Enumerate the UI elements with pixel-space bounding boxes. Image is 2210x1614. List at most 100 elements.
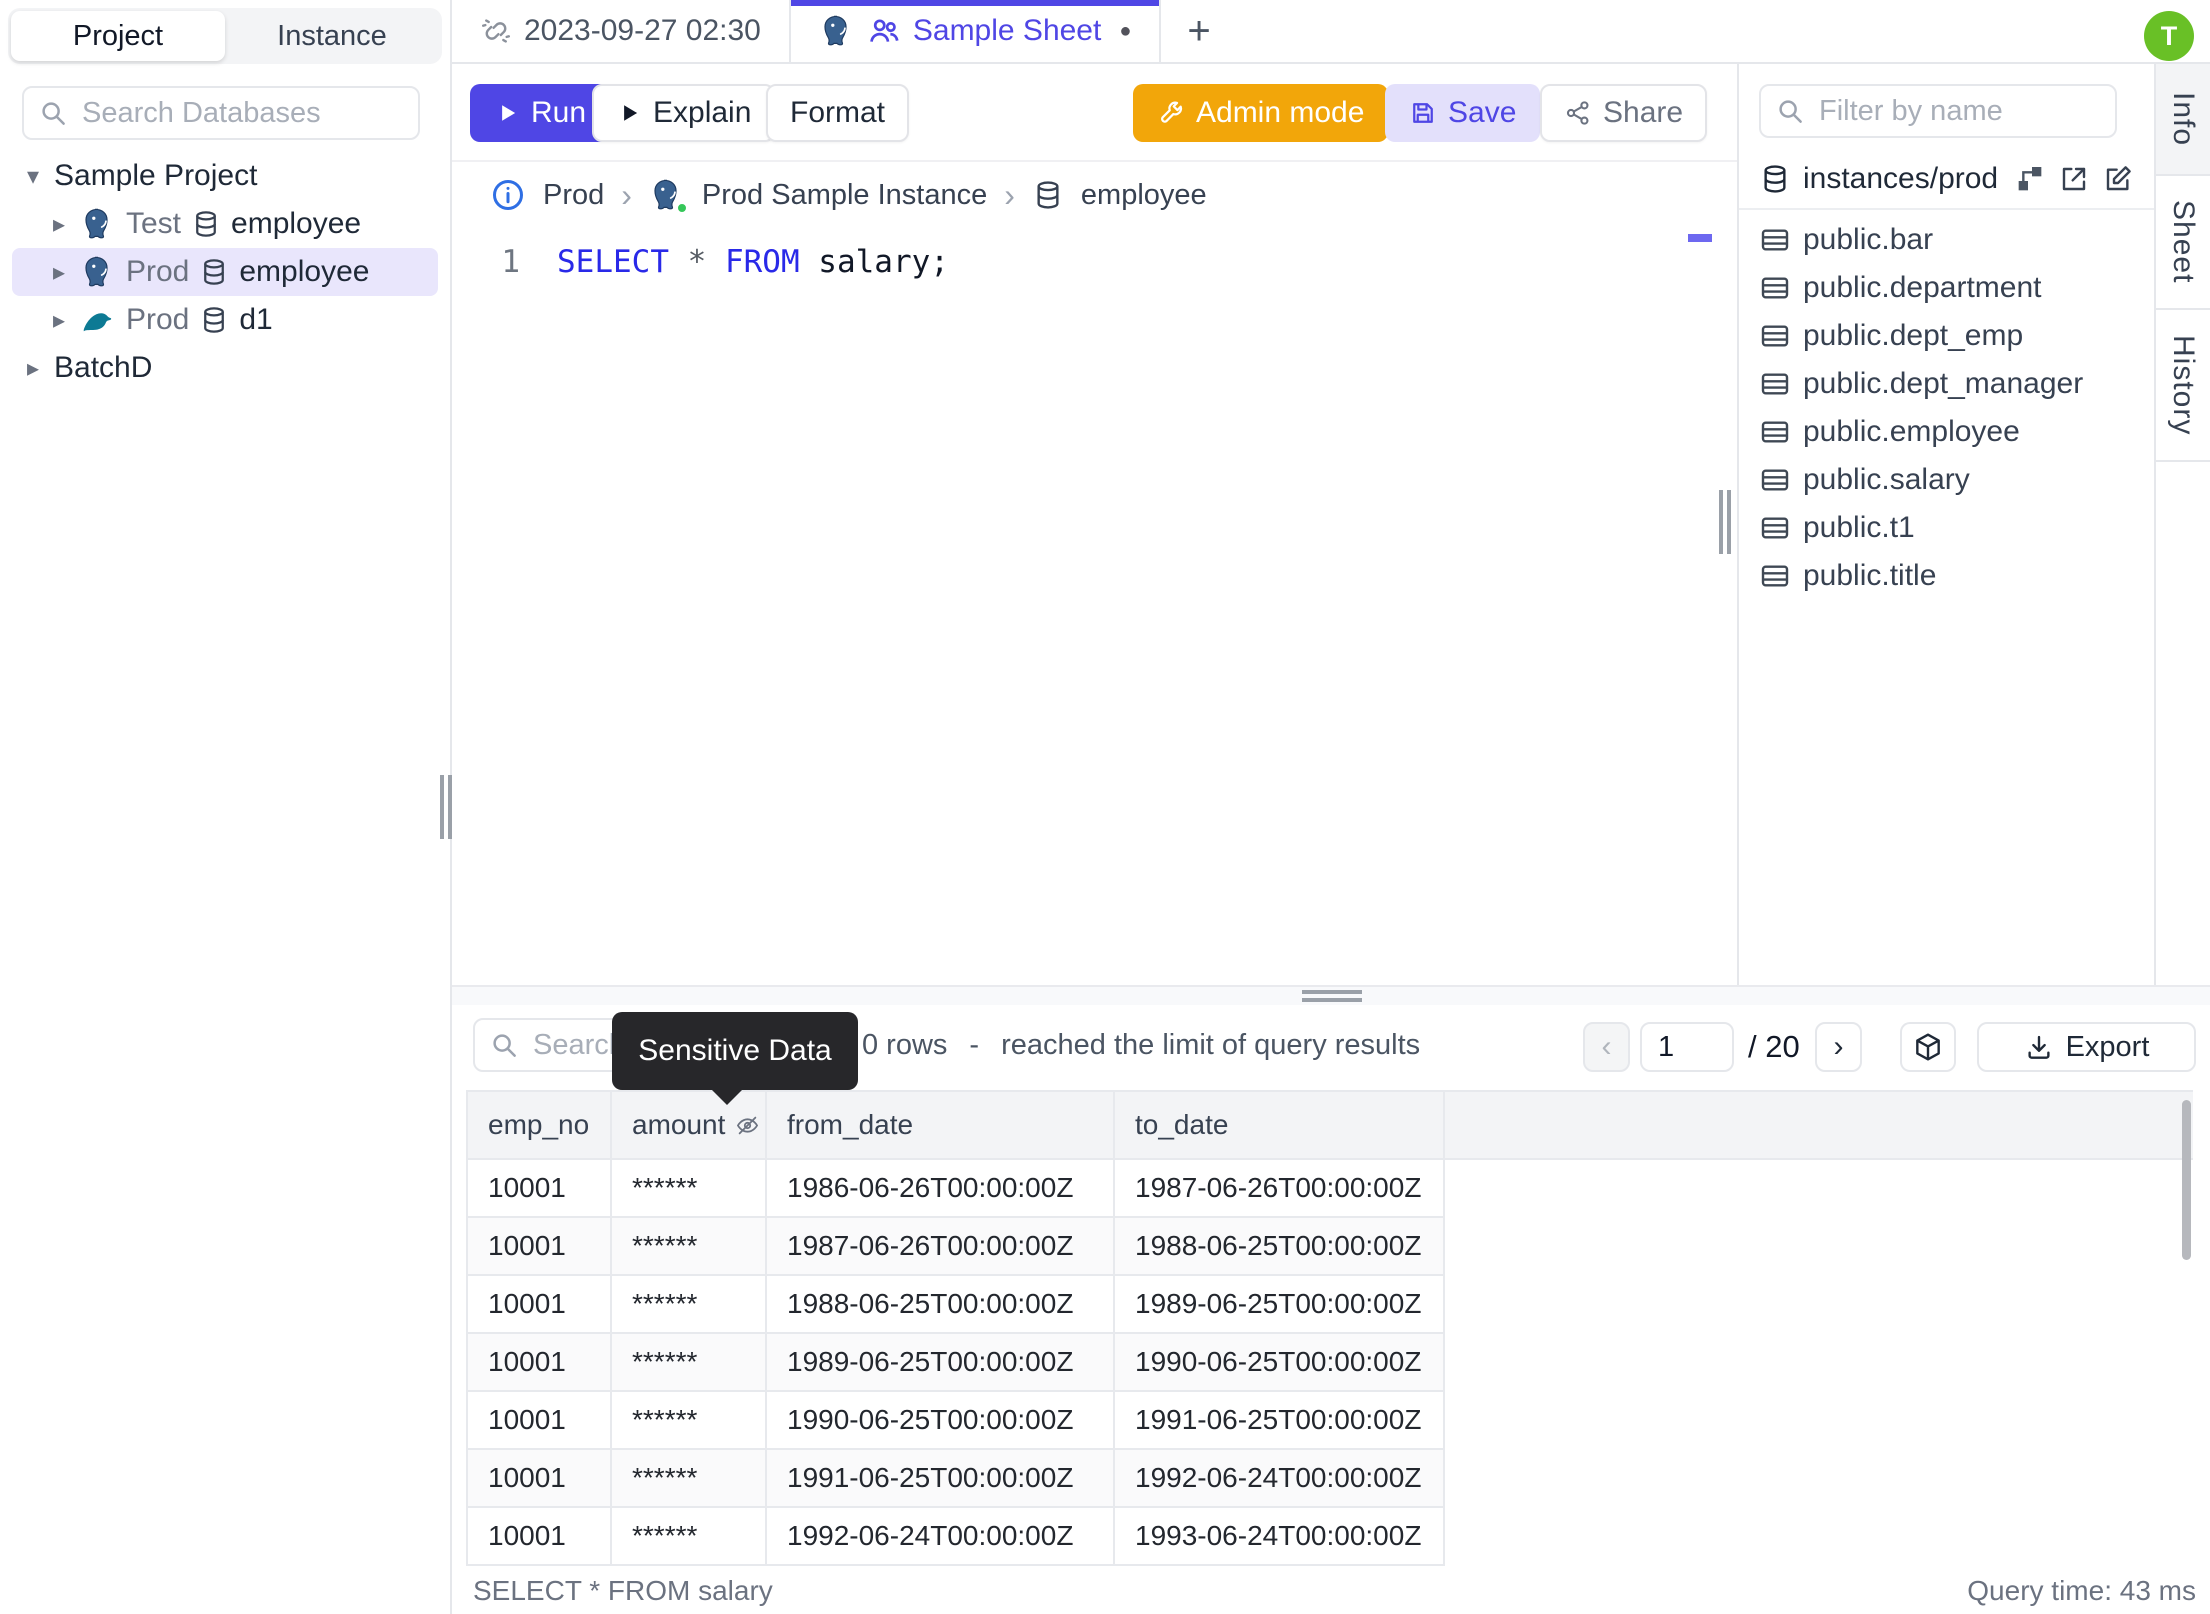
caret-right-icon[interactable]: ▸ <box>48 306 70 335</box>
database-search-input[interactable] <box>80 95 404 131</box>
table-list-item[interactable]: public.salary <box>1739 456 2154 504</box>
table-row[interactable]: 10001 ****** 1986-06-26T00:00:00Z 1987-06-2… <box>466 1158 2193 1218</box>
tree-item-batchd[interactable]: ▸ BatchD <box>0 344 450 392</box>
rail-tab-info[interactable]: Info <box>2156 64 2210 176</box>
table-list-item[interactable]: public.department <box>1739 264 2154 312</box>
column-header-from-date[interactable]: from_date <box>765 1090 1115 1160</box>
cell[interactable]: 10001 <box>466 1448 612 1508</box>
cell[interactable]: 1991-06-25T00:00:00Z <box>765 1448 1115 1508</box>
table-filter-input[interactable] <box>1817 93 2101 129</box>
table-row[interactable]: 10001 ****** 1992-06-24T00:00:00Z 1993-06-2… <box>466 1506 2193 1566</box>
table-list: public.bar public.department public.dept… <box>1739 216 2154 600</box>
explain-button[interactable]: Explain <box>592 84 776 142</box>
cell[interactable]: 1989-06-25T00:00:00Z <box>765 1332 1115 1392</box>
admin-mode-button[interactable]: Admin mode <box>1133 84 1389 142</box>
cell[interactable]: 1988-06-25T00:00:00Z <box>1113 1216 1445 1276</box>
export-button[interactable]: Export <box>1977 1022 2196 1072</box>
table-row[interactable]: 10001 ****** 1988-06-25T00:00:00Z 1989-06-2… <box>466 1274 2193 1334</box>
caret-right-icon[interactable]: ▸ <box>48 210 70 239</box>
table-row[interactable]: 10001 ****** 1987-06-26T00:00:00Z 1988-06-2… <box>466 1216 2193 1276</box>
user-avatar[interactable]: T <box>2144 11 2194 61</box>
cell[interactable]: 1992-06-24T00:00:00Z <box>1113 1448 1445 1508</box>
cell[interactable]: 1990-06-25T00:00:00Z <box>765 1390 1115 1450</box>
side-rail: Info Sheet History <box>2154 64 2210 985</box>
schema-diagram-icon[interactable] <box>2014 163 2046 195</box>
cell[interactable]: 10001 <box>466 1274 612 1334</box>
cell[interactable]: 10001 <box>466 1216 612 1276</box>
cell[interactable]: 1988-06-25T00:00:00Z <box>765 1274 1115 1334</box>
table-list-item[interactable]: public.t1 <box>1739 504 2154 552</box>
table-filter[interactable] <box>1759 84 2117 138</box>
right-panel-resize-handle[interactable] <box>1719 490 1731 554</box>
sql-code-line[interactable]: SELECT * FROM salary; <box>557 244 949 280</box>
tree-item-sample-project[interactable]: ▾ Sample Project <box>0 152 450 200</box>
breadcrumb-database[interactable]: employee <box>1081 179 1207 212</box>
play-icon <box>624 105 638 121</box>
cell-masked[interactable]: ****** <box>610 1158 767 1218</box>
tree-item-prod-d1[interactable]: ▸ Prod d1 <box>12 296 438 344</box>
tab-connection[interactable]: 2023-09-27 02:30 <box>452 0 791 62</box>
caret-right-icon[interactable]: ▸ <box>22 354 44 383</box>
run-button[interactable]: Run <box>470 84 611 142</box>
table-list-item[interactable]: public.dept_emp <box>1739 312 2154 360</box>
tab-project[interactable]: Project <box>11 11 225 61</box>
prev-page-button[interactable]: ‹ <box>1583 1022 1630 1072</box>
table-name: public.employee <box>1803 415 2020 448</box>
edit-icon[interactable] <box>2102 163 2134 195</box>
cell[interactable]: 10001 <box>466 1158 612 1218</box>
cell[interactable]: 1987-06-26T00:00:00Z <box>1113 1158 1445 1218</box>
caret-down-icon[interactable]: ▾ <box>22 162 44 191</box>
table-list-item[interactable]: public.title <box>1739 552 2154 600</box>
page-number-input[interactable] <box>1640 1022 1734 1072</box>
column-header-amount[interactable]: amount <box>610 1090 767 1160</box>
rail-tab-history[interactable]: History <box>2156 310 2210 462</box>
table-list-item[interactable]: public.bar <box>1739 216 2154 264</box>
cell[interactable]: 10001 <box>466 1506 612 1566</box>
sql-editor[interactable]: 1 SELECT * FROM salary; <box>452 228 1737 985</box>
results-scrollbar[interactable] <box>2182 1100 2191 1260</box>
table-row[interactable]: 10001 ****** 1991-06-25T00:00:00Z 1992-06-2… <box>466 1448 2193 1508</box>
cell[interactable]: 1991-06-25T00:00:00Z <box>1113 1390 1445 1450</box>
table-row[interactable]: 10001 ****** 1989-06-25T00:00:00Z 1990-06-2… <box>466 1332 2193 1392</box>
cell[interactable]: 1986-06-26T00:00:00Z <box>765 1158 1115 1218</box>
external-link-icon[interactable] <box>2058 163 2090 195</box>
cell[interactable]: 1992-06-24T00:00:00Z <box>765 1506 1115 1566</box>
cell-masked[interactable]: ****** <box>610 1448 767 1508</box>
cell-masked[interactable]: ****** <box>610 1332 767 1392</box>
column-header-to-date[interactable]: to_date <box>1113 1090 1445 1160</box>
new-tab-button[interactable]: + <box>1161 0 1236 62</box>
table-list-item[interactable]: public.dept_manager <box>1739 360 2154 408</box>
tree-item-test-employee[interactable]: ▸ Test employee <box>12 200 438 248</box>
cell-masked[interactable]: ****** <box>610 1216 767 1276</box>
tab-sample-sheet[interactable]: Sample Sheet ● <box>790 0 1162 62</box>
share-button[interactable]: Share <box>1540 84 1708 142</box>
table-list-item[interactable]: public.employee <box>1739 408 2154 456</box>
column-header-emp-no[interactable]: emp_no <box>466 1090 612 1160</box>
table-row[interactable]: 10001 ****** 1990-06-25T00:00:00Z 1991-06-2… <box>466 1390 2193 1450</box>
environment-label: Prod <box>126 255 190 288</box>
save-button[interactable]: Save <box>1385 84 1541 142</box>
sidebar-resize-handle[interactable] <box>440 775 452 839</box>
breadcrumb-environment[interactable]: Prod <box>543 179 604 212</box>
next-page-button[interactable]: › <box>1815 1022 1862 1072</box>
cell-masked[interactable]: ****** <box>610 1274 767 1334</box>
results-resize-handle[interactable] <box>452 985 2210 1005</box>
format-button[interactable]: Format <box>766 84 910 142</box>
cell[interactable]: 1987-06-26T00:00:00Z <box>765 1216 1115 1276</box>
breadcrumb-instance[interactable]: Prod Sample Instance <box>702 179 987 212</box>
cell[interactable]: 10001 <box>466 1332 612 1392</box>
rail-tab-sheet[interactable]: Sheet <box>2156 176 2210 310</box>
cell[interactable]: 1993-06-24T00:00:00Z <box>1113 1506 1445 1566</box>
cell[interactable]: 1990-06-25T00:00:00Z <box>1113 1332 1445 1392</box>
cell-masked[interactable]: ****** <box>610 1390 767 1450</box>
table-icon <box>1761 373 1789 395</box>
caret-right-icon[interactable]: ▸ <box>48 258 70 287</box>
cell-masked[interactable]: ****** <box>610 1506 767 1566</box>
cell[interactable]: 1989-06-25T00:00:00Z <box>1113 1274 1445 1334</box>
cell[interactable]: 10001 <box>466 1390 612 1450</box>
tab-instance[interactable]: Instance <box>225 11 439 61</box>
result-view-button[interactable] <box>1900 1022 1956 1072</box>
database-search[interactable] <box>22 86 420 140</box>
tree-item-prod-employee[interactable]: ▸ Prod employee <box>12 248 438 296</box>
info-icon[interactable] <box>490 177 526 213</box>
